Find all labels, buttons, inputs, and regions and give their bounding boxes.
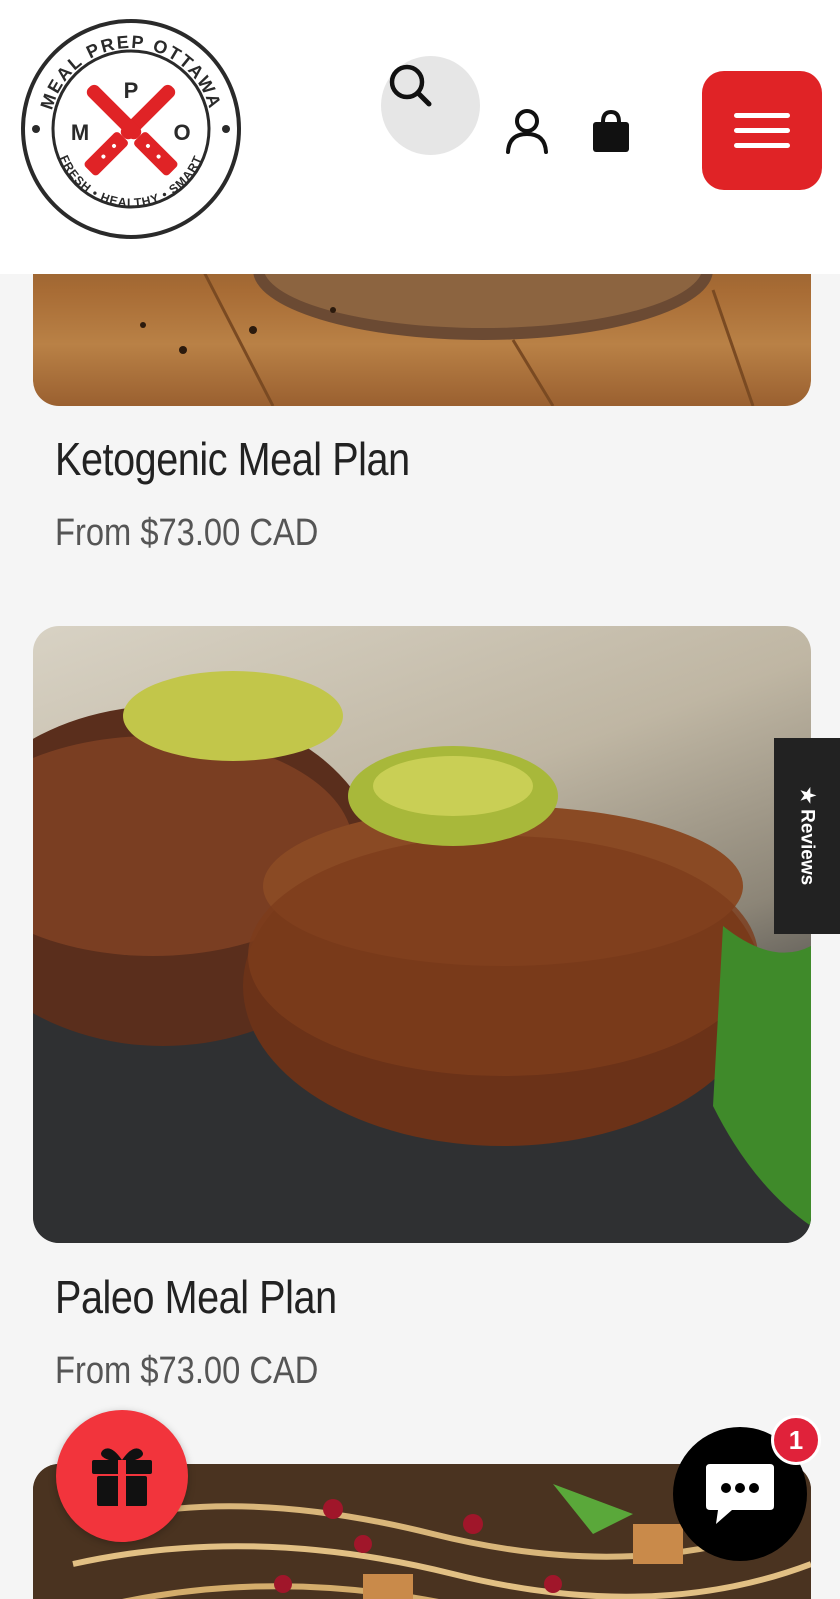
shopping-bag-icon[interactable] [591, 109, 631, 152]
product-image-paleo[interactable] [33, 626, 811, 1243]
menu-icon-bar [734, 143, 790, 148]
page: Ketogenic Meal Plan From $73.00 CAD Pale… [0, 0, 840, 1599]
svg-text:M: M [71, 120, 89, 145]
svg-text:P: P [124, 78, 139, 103]
site-header: MEAL PREP OTTAWA FRESH • HEALTHY • SMART [0, 0, 840, 274]
search-button[interactable] [381, 56, 480, 155]
menu-icon-bar [734, 128, 790, 133]
reviews-tab[interactable]: ★ Reviews [774, 738, 840, 934]
reviews-tab-label: ★ Reviews [796, 786, 818, 886]
chat-icon [706, 1464, 774, 1524]
menu-icon-bar [734, 113, 790, 118]
search-icon [389, 64, 432, 107]
product-price: From $73.00 CAD [55, 1350, 319, 1392]
product-title[interactable]: Paleo Meal Plan [55, 1270, 337, 1324]
chat-notification-badge: 1 [771, 1415, 821, 1465]
menu-button[interactable] [702, 71, 822, 190]
product-title[interactable]: Ketogenic Meal Plan [55, 432, 410, 486]
svg-text:O: O [173, 120, 190, 145]
brand-logo[interactable]: MEAL PREP OTTAWA FRESH • HEALTHY • SMART [20, 18, 242, 240]
gift-icon [92, 1448, 152, 1506]
product-price: From $73.00 CAD [55, 512, 319, 554]
account-icon[interactable] [505, 108, 549, 154]
rewards-gift-button[interactable] [56, 1410, 188, 1542]
